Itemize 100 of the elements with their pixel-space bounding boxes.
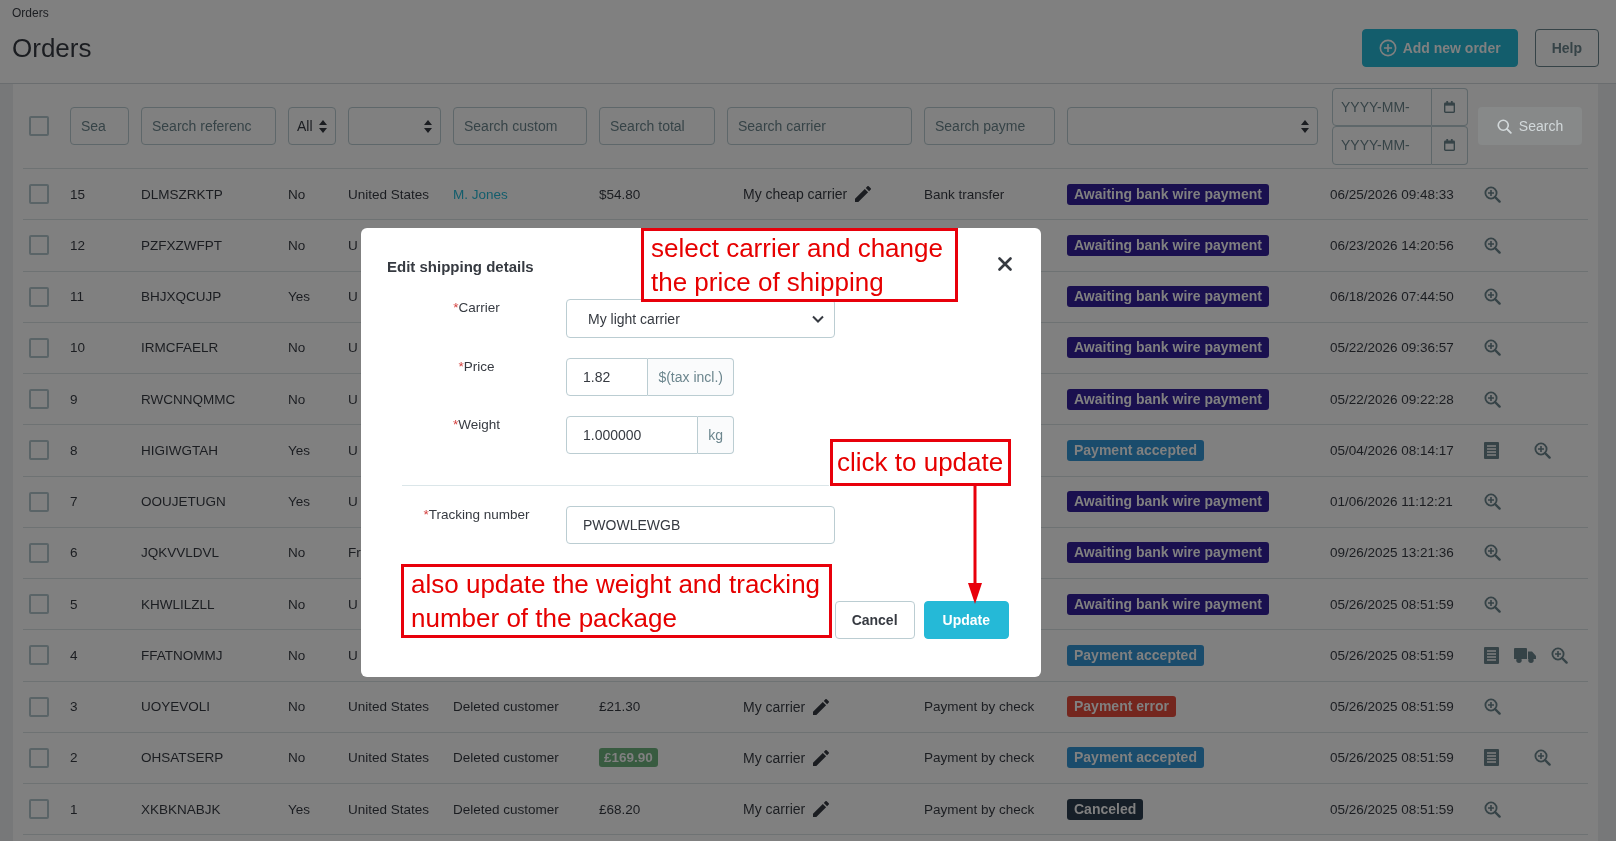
row-checkbox[interactable] — [29, 747, 49, 768]
status-badge: Awaiting bank wire payment — [1067, 491, 1269, 513]
row-checkbox[interactable] — [29, 286, 49, 307]
order-date: 05/22/2026 09:22:28 — [1330, 391, 1454, 407]
new-client-value: No — [288, 545, 306, 561]
status-badge: Awaiting bank wire payment — [1067, 286, 1269, 308]
row-checkbox[interactable] — [29, 542, 49, 563]
document-icon[interactable] — [1484, 441, 1499, 459]
zoom-in-icon[interactable] — [1534, 441, 1551, 459]
pencil-icon[interactable] — [813, 749, 830, 766]
row-checkbox[interactable] — [29, 337, 49, 358]
order-reference: BHJXQCUJP — [141, 289, 222, 305]
zoom-in-icon[interactable] — [1484, 544, 1501, 562]
carrier-name: My carrier — [743, 749, 806, 766]
filter-select[interactable]: All — [288, 107, 336, 145]
order-date: 06/23/2026 14:20:56 — [1330, 237, 1454, 253]
customer-name: Deleted customer — [453, 750, 559, 766]
new-client-value: No — [288, 699, 306, 715]
new-client-value: No — [288, 340, 306, 356]
row-checkbox[interactable] — [29, 799, 49, 820]
country-name: U — [348, 494, 358, 510]
filter-select[interactable] — [1067, 107, 1318, 145]
field-label: *Price — [458, 358, 495, 376]
country-name: United States — [348, 699, 430, 715]
input-field[interactable]: 1.82 — [566, 358, 649, 396]
row-checkbox[interactable] — [29, 491, 49, 512]
zoom-in-icon[interactable] — [1484, 800, 1501, 818]
order-reference: IRMCFAELR — [141, 340, 219, 356]
filter-field[interactable]: Search payme — [924, 107, 1055, 145]
country-name: U — [348, 237, 358, 253]
carrier-name: My carrier — [743, 698, 806, 715]
filter-field[interactable]: Search referenc — [141, 107, 276, 145]
update-button[interactable]: Update — [923, 601, 1009, 639]
zoom-in-icon[interactable] — [1534, 749, 1551, 767]
pencil-icon[interactable] — [813, 698, 830, 715]
order-id: 11 — [70, 289, 84, 305]
annotation-callout: also update the weight and tracking number of the package — [401, 564, 833, 638]
filter-field[interactable]: Search custom — [453, 107, 587, 145]
order-reference: DLMSZRKTP — [141, 186, 223, 202]
order-id: 15 — [70, 186, 86, 202]
input-field[interactable]: 1.000000 — [566, 416, 699, 454]
cancel-button[interactable]: Cancel — [834, 601, 915, 639]
zoom-in-icon[interactable] — [1484, 339, 1501, 357]
payment-method: Payment by check — [924, 699, 1035, 715]
row-checkbox[interactable] — [29, 645, 49, 666]
search-icon — [1496, 118, 1512, 134]
order-date: 05/22/2026 09:36:57 — [1330, 340, 1454, 356]
zoom-in-icon[interactable] — [1484, 390, 1501, 408]
status-badge: Awaiting bank wire payment — [1067, 234, 1269, 256]
date-field[interactable]: YYYY-MM- — [1332, 87, 1432, 126]
calendar-button[interactable] — [1432, 126, 1468, 165]
field-label: *Tracking number — [423, 506, 530, 524]
payment-method: Bank transfer — [924, 186, 1005, 202]
plus-circle-icon — [1378, 39, 1397, 57]
order-reference: FFATNOMMJ — [141, 647, 223, 663]
row-checkbox[interactable] — [29, 389, 49, 410]
filter-field[interactable]: Sea — [70, 107, 129, 145]
document-icon[interactable] — [1484, 749, 1499, 767]
input-field[interactable]: PWOWLEWGB — [566, 506, 835, 544]
row-checkbox[interactable] — [29, 235, 49, 256]
truck-icon[interactable] — [1514, 647, 1536, 663]
order-id: 7 — [70, 494, 78, 510]
updown-caret-icon — [424, 119, 432, 133]
pencil-icon[interactable] — [855, 186, 872, 203]
order-date: 06/18/2026 07:44:50 — [1330, 289, 1454, 305]
help-button[interactable]: Help — [1534, 29, 1599, 67]
zoom-in-icon[interactable] — [1484, 493, 1501, 511]
row-checkbox[interactable] — [29, 184, 49, 205]
customer-name: Deleted customer — [453, 801, 559, 817]
page-title: Orders — [12, 33, 92, 63]
row-checkbox[interactable] — [29, 696, 49, 717]
updown-caret-icon — [1301, 119, 1309, 133]
filter-field[interactable]: Search carrier — [727, 107, 912, 145]
document-icon[interactable] — [1484, 646, 1499, 664]
date-field[interactable]: YYYY-MM- — [1332, 126, 1432, 165]
row-checkbox[interactable] — [29, 594, 49, 615]
select-all-checkbox[interactable] — [29, 116, 49, 136]
row-checkbox[interactable] — [29, 440, 49, 461]
field-label: *Carrier — [453, 299, 500, 317]
zoom-in-icon[interactable] — [1551, 646, 1568, 664]
calendar-button[interactable] — [1432, 87, 1468, 126]
filter-field[interactable]: Search total — [599, 107, 715, 145]
pencil-icon[interactable] — [813, 801, 830, 818]
order-id: 12 — [70, 237, 86, 253]
zoom-in-icon[interactable] — [1484, 698, 1501, 716]
breadcrumb-link[interactable]: Orders — [12, 6, 49, 20]
zoom-in-icon[interactable] — [1484, 236, 1501, 254]
status-badge: Payment accepted — [1067, 644, 1204, 666]
order-id: 5 — [70, 596, 78, 612]
status-badge: Awaiting bank wire payment — [1067, 593, 1269, 615]
status-badge: Awaiting bank wire payment — [1067, 337, 1269, 359]
zoom-in-icon[interactable] — [1484, 595, 1501, 613]
country-name: U — [348, 289, 358, 305]
new-client-value: No — [288, 647, 306, 663]
filter-select[interactable] — [348, 107, 441, 145]
status-badge: Awaiting bank wire payment — [1067, 542, 1269, 564]
zoom-in-icon[interactable] — [1484, 288, 1501, 306]
zoom-in-icon[interactable] — [1484, 185, 1501, 203]
close-icon[interactable] — [998, 257, 1012, 271]
order-date: 05/26/2025 08:51:59 — [1330, 596, 1454, 612]
